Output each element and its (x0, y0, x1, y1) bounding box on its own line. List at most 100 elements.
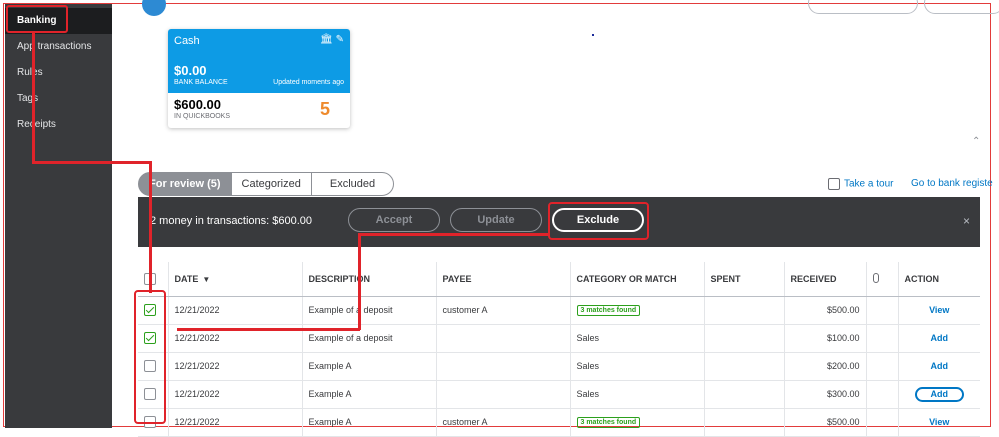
cursor-dot (592, 34, 594, 36)
tab-excluded[interactable]: Excluded (310, 172, 395, 196)
sidebar-item-receipts[interactable]: Receipts (5, 112, 112, 138)
updated-timestamp: Updated moments ago (273, 79, 344, 86)
top-dropdown-button-2[interactable] (924, 0, 999, 14)
column-header-category[interactable]: CATEGORY OR MATCH (569, 262, 704, 297)
tab-for-review[interactable]: For review (5) (138, 172, 232, 196)
action-cell: Add (897, 380, 980, 409)
payee-cell: customer A (435, 408, 570, 437)
category-cell[interactable]: 3 matches found (569, 296, 704, 325)
annotation-line (149, 161, 152, 293)
account-circle-icon[interactable] (142, 0, 166, 16)
quickbooks-balance-value: $600.00 (174, 97, 221, 112)
column-header-spent[interactable]: SPENT (703, 262, 784, 297)
date-cell: 12/21/2022 (167, 380, 302, 409)
description-cell: Example A (301, 352, 436, 381)
table-row[interactable]: 12/21/2022 Example of a deposit customer A… (138, 296, 980, 325)
sidebar-item-tags[interactable]: Tags (5, 86, 112, 112)
sort-down-icon: ▼ (202, 274, 211, 284)
annotation-line (177, 328, 360, 331)
action-button[interactable]: View (929, 417, 949, 427)
received-cell: $500.00 (783, 296, 866, 325)
collapse-chevron-icon[interactable]: ⌃ (972, 136, 986, 148)
sidebar-item-app-transactions[interactable]: App transactions (5, 34, 112, 60)
tab-categorized[interactable]: Categorized (231, 172, 311, 196)
checkbox-highlight-box (134, 290, 166, 424)
column-header-date[interactable]: DATE ▼ (167, 262, 302, 297)
account-card-header: Cash 🏛 ✎ $0.00 BANK BALANCE Updated mome… (168, 29, 350, 93)
table-row[interactable]: 12/21/2022 Example A Sales $200.00 Add (138, 352, 980, 381)
table-row[interactable]: 12/21/2022 Example A Sales $300.00 Add (138, 380, 980, 409)
payee-cell (435, 380, 570, 409)
action-cell: Add (897, 352, 980, 381)
date-header-label: DATE (174, 273, 199, 284)
annotation-line (358, 233, 548, 236)
table-header-row: DATE ▼ DESCRIPTION PAYEE CATEGORY OR MATC… (138, 262, 980, 297)
payee-cell (435, 324, 570, 353)
action-button[interactable]: Add (931, 361, 949, 371)
pencil-icon[interactable]: ✎ (336, 34, 344, 45)
spent-cell (703, 296, 784, 325)
bank-icon[interactable]: 🏛 (320, 34, 333, 45)
date-cell: 12/21/2022 (167, 408, 302, 437)
payee-cell: customer A (435, 296, 570, 325)
column-header-payee[interactable]: PAYEE (435, 262, 570, 297)
take-a-tour-link[interactable]: Take a tour (828, 178, 893, 190)
attachment-cell (865, 408, 898, 437)
attachment-cell (865, 352, 898, 381)
annotation-line (358, 233, 361, 330)
description-cell: Example A (301, 380, 436, 409)
attachment-cell (865, 324, 898, 353)
spent-cell (703, 324, 784, 353)
account-card-icons: 🏛 ✎ (320, 34, 344, 45)
action-button[interactable]: View (929, 305, 949, 315)
column-header-description[interactable]: DESCRIPTION (301, 262, 436, 297)
bank-balance-value: $0.00 (174, 63, 207, 78)
category-cell[interactable]: Sales (569, 324, 704, 353)
top-dropdown-button[interactable] (808, 0, 918, 14)
received-cell: $500.00 (783, 408, 866, 437)
tour-icon (828, 178, 840, 190)
category-cell[interactable]: Sales (569, 352, 704, 381)
annotation-line (32, 161, 152, 164)
received-cell: $300.00 (783, 380, 866, 409)
account-card[interactable]: Cash 🏛 ✎ $0.00 BANK BALANCE Updated mome… (168, 29, 350, 128)
category-cell[interactable]: Sales (569, 380, 704, 409)
bank-balance-label: BANK BALANCE (174, 79, 228, 86)
category-cell[interactable]: 3 matches found (569, 408, 704, 437)
spent-cell (703, 352, 784, 381)
action-cell: View (897, 296, 980, 325)
action-cell: View (897, 408, 980, 437)
pending-count-badge: 5 (319, 99, 330, 119)
annotation-line (32, 32, 35, 163)
category-value: Sales (576, 389, 600, 399)
transactions-table: DATE ▼ DESCRIPTION PAYEE CATEGORY OR MATC… (138, 262, 980, 437)
category-value: Sales (576, 361, 600, 371)
banking-highlight-box (6, 5, 68, 33)
action-button[interactable]: Add (931, 333, 949, 343)
table-row[interactable]: 12/21/2022 Example Acustomer A 3 matches f… (138, 408, 980, 437)
account-card-body: $600.00 IN QUICKBOOKS 5 (168, 93, 350, 128)
take-a-tour-label: Take a tour (844, 178, 894, 190)
spent-cell (703, 408, 784, 437)
column-header-attachment (865, 262, 898, 297)
description-cell: Example of a deposit (301, 296, 436, 325)
sidebar-item-rules[interactable]: Rules (5, 60, 112, 86)
action-button[interactable]: Add (914, 386, 964, 402)
sidebar-nav: Banking App transactions Rules Tags Rece… (5, 4, 112, 428)
match-badge[interactable]: 3 matches found (576, 417, 641, 428)
go-to-bank-register-link[interactable]: Go to bank registe (911, 178, 993, 189)
update-button[interactable]: Update (450, 208, 542, 232)
close-icon[interactable]: × (963, 214, 970, 228)
account-name: Cash (174, 35, 200, 47)
quickbooks-balance-label: IN QUICKBOOKS (174, 113, 231, 120)
action-cell: Add (897, 324, 980, 353)
column-header-received[interactable]: RECEIVED (783, 262, 866, 297)
review-tabs: For review (5) Categorized Excluded (138, 172, 395, 196)
payee-cell (435, 352, 570, 381)
category-value: Sales (576, 333, 600, 343)
accept-button[interactable]: Accept (348, 208, 440, 232)
paperclip-icon (872, 272, 879, 283)
description-cell: Example A (301, 408, 436, 437)
match-badge[interactable]: 3 matches found (576, 305, 641, 316)
main-content: Cash 🏛 ✎ $0.00 BANK BALANCE Updated mome… (112, 0, 999, 437)
